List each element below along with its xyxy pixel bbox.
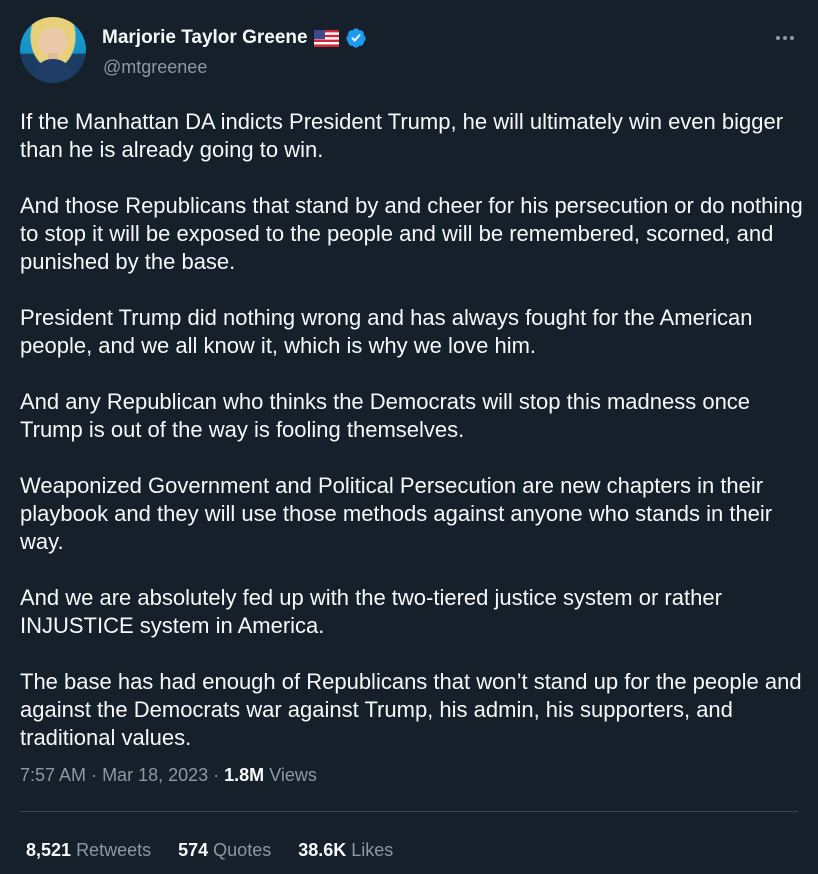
quotes-count: 574 — [178, 840, 209, 860]
quotes-stat[interactable]: 574 Quotes — [178, 840, 271, 861]
meta-separator: · — [91, 765, 103, 785]
retweets-stat[interactable]: 8,521 Retweets — [26, 840, 151, 861]
tweet-header: Marjorie Taylor Greene @mtgreenee — [19, 17, 800, 85]
tweet-meta: 7:57 AM · Mar 18, 2023 · 1.8M Views — [20, 765, 317, 786]
tweet-date[interactable]: Mar 18, 2023 — [102, 765, 208, 785]
more-dot — [783, 36, 787, 40]
more-dot — [790, 36, 794, 40]
meta-separator: · — [213, 765, 225, 785]
verified-badge-icon[interactable] — [345, 27, 367, 49]
engagement-stats: 8,521 Retweets 574 Quotes 38.6K Likes — [26, 840, 393, 861]
more-options-icon[interactable] — [773, 30, 797, 46]
author-name-row: Marjorie Taylor Greene — [102, 27, 367, 49]
us-flag-icon — [313, 29, 339, 47]
tweet-time[interactable]: 7:57 AM — [20, 765, 86, 785]
likes-label: Likes — [351, 840, 394, 860]
avatar[interactable] — [20, 17, 86, 83]
more-dot — [776, 36, 780, 40]
views-label: Views — [269, 765, 317, 785]
tweet-text: If the Manhattan DA indicts President Tr… — [20, 109, 803, 750]
divider — [20, 811, 798, 812]
author-name[interactable]: Marjorie Taylor Greene — [102, 27, 308, 49]
likes-stat[interactable]: 38.6K Likes — [298, 840, 393, 861]
quotes-label: Quotes — [213, 840, 272, 860]
views-count: 1.8M — [224, 765, 265, 785]
retweets-count: 8,521 — [26, 840, 72, 860]
retweets-label: Retweets — [76, 840, 152, 860]
author-handle[interactable]: @mtgreenee — [103, 57, 207, 78]
likes-count: 38.6K — [298, 840, 347, 860]
avatar-suit — [34, 59, 72, 83]
